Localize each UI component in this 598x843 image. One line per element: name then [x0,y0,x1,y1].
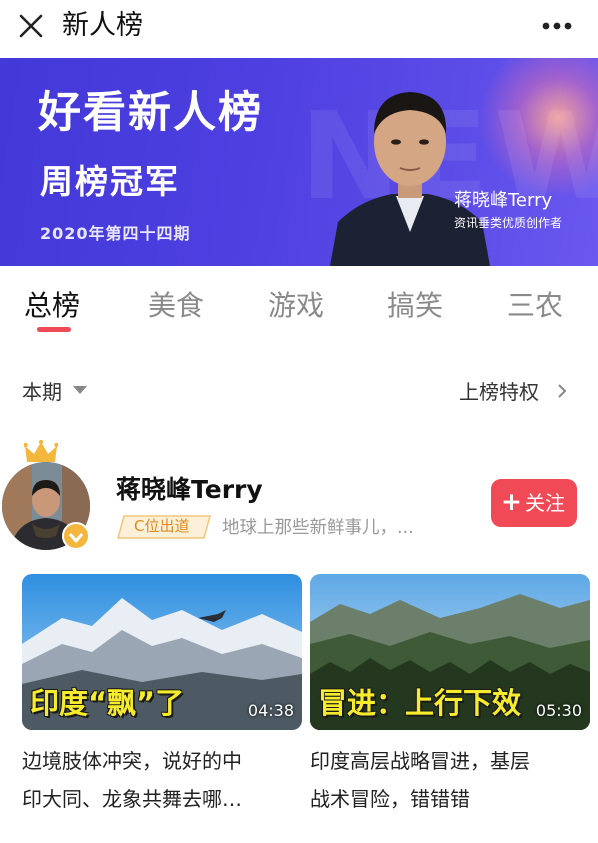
banner[interactable]: NEW 好看新人榜 周榜冠军 2020年第四十四期 蒋晓峰Terry 资讯垂类优… [0,58,598,266]
banner-person-name: 蒋晓峰Terry [454,190,553,211]
chevron-right-icon[interactable] [556,383,568,399]
tab-games[interactable]: 游戏 [268,288,324,324]
tab-agriculture[interactable]: 三农 [507,288,563,324]
creator-avatar-group[interactable] [2,440,94,556]
period-dropdown[interactable]: 本期 [22,376,62,405]
video-title-line: 边境肢体冲突，说好的中 [22,749,242,773]
video-card[interactable]: 冒进：上行下效 05:30 印度高层战略冒进，基层 战术冒险，错错错 [310,574,590,818]
banner-title: 好看新人榜 [38,88,263,138]
plus-icon: + [501,487,522,516]
banner-person-role: 资讯垂类优质创作者 [454,216,563,230]
banner-person-image [330,92,490,266]
category-tabs: 总榜 美食 游戏 搞笑 三农 [0,266,598,338]
active-tab-indicator [37,327,71,332]
tab-food[interactable]: 美食 [148,288,204,324]
video-card[interactable]: 印度“飘”了 04:38 边境肢体冲突，说好的中 印大同、龙象共舞去哪… [22,574,302,818]
video-title[interactable]: 边境肢体冲突，说好的中 印大同、龙象共舞去哪… [22,742,302,818]
tab-funny[interactable]: 搞笑 [387,288,443,324]
banner-issue: 2020年第四十四期 [40,224,191,243]
video-title-line: 印度高层战略冒进，基层 [310,749,530,773]
video-caption: 冒进：上行下效 [318,686,522,720]
page-title: 新人榜 [62,10,143,41]
video-thumbnail[interactable]: 冒进：上行下效 05:30 [310,574,590,730]
creator-name[interactable]: 蒋晓峰Terry [116,470,263,506]
close-icon[interactable] [18,13,44,39]
badge-label: C位出道 [134,517,190,535]
video-duration: 04:38 [247,701,294,720]
follow-button[interactable]: + 关注 [491,479,577,527]
video-title[interactable]: 印度高层战略冒进，基层 战术冒险，错错错 [310,742,590,818]
caret-down-icon[interactable] [73,386,87,394]
video-duration: 05:30 [535,701,582,720]
follow-label: 关注 [525,491,565,515]
tab-overall[interactable]: 总榜 [24,288,80,324]
privilege-link[interactable]: 上榜特权 [459,376,539,405]
verified-icon [62,522,90,550]
video-title-line: 印大同、龙象共舞去哪… [22,787,242,811]
video-title-line: 战术冒险，错错错 [310,787,470,811]
creator-description: 地球上那些新鲜事儿，... [222,518,414,538]
top-bar: 新人榜 [0,0,598,54]
filter-row: 本期 上榜特权 [0,360,598,412]
more-icon[interactable] [542,22,572,30]
banner-subtitle: 周榜冠军 [40,162,180,201]
video-thumbnail[interactable]: 印度“飘”了 04:38 [22,574,302,730]
video-caption: 印度“飘”了 [30,686,185,720]
